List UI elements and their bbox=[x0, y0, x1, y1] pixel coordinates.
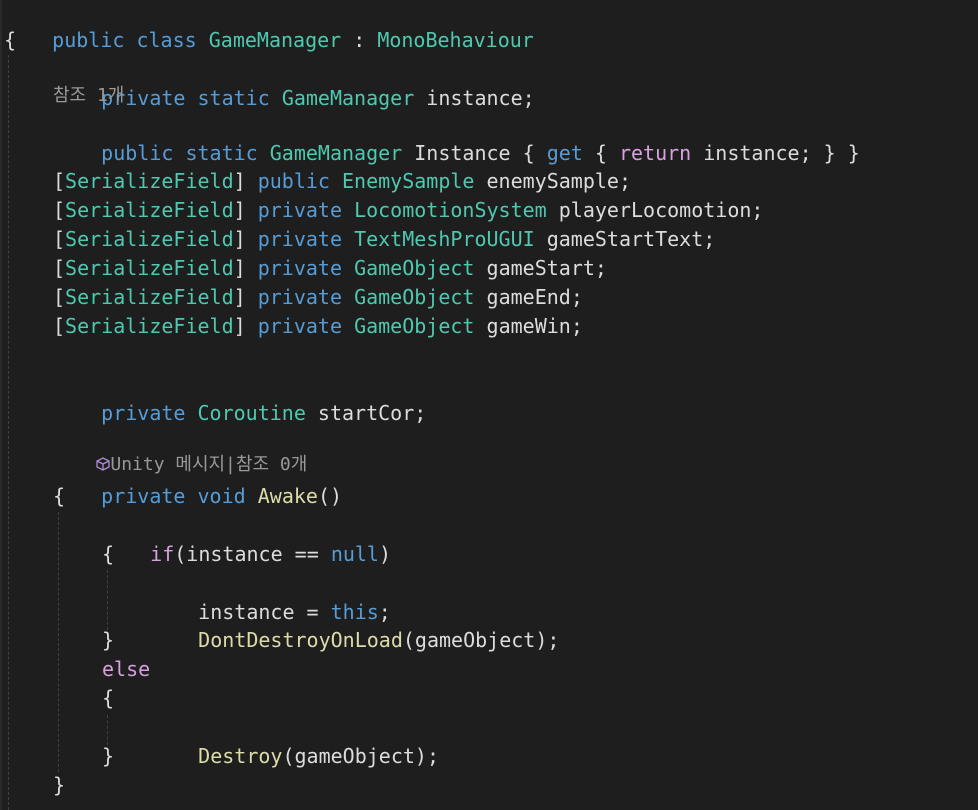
field-name: playerLocomotion; bbox=[546, 198, 764, 222]
brace: { bbox=[4, 28, 17, 52]
attribute-serializefield: SerializeField bbox=[65, 256, 234, 280]
condition: (instance == bbox=[174, 542, 331, 566]
code-line-serialize-field[interactable]: [SerializeField] private GameObject game… bbox=[53, 312, 583, 341]
keyword-static: static bbox=[185, 141, 258, 165]
code-line-open-brace[interactable]: { bbox=[4, 26, 16, 55]
class-name: GameManager bbox=[208, 28, 342, 52]
field-name: gameStartText; bbox=[534, 227, 716, 251]
property-name: Instance { bbox=[402, 141, 547, 165]
type-name: LocomotionSystem bbox=[354, 198, 547, 222]
code-line-serialize-field[interactable]: [SerializeField] private GameObject game… bbox=[53, 254, 607, 283]
keyword-public: public bbox=[257, 169, 330, 193]
brace: } bbox=[102, 744, 115, 768]
keyword-void: void bbox=[197, 484, 246, 508]
code-line-open-brace[interactable]: { bbox=[102, 540, 114, 569]
field-name: gameEnd; bbox=[474, 285, 583, 309]
codelens-unity-message[interactable]: Unity 메시지|참조 0개 bbox=[53, 426, 307, 475]
field-name: gameStart; bbox=[474, 256, 607, 280]
code-line-open-brace[interactable]: { bbox=[102, 684, 114, 713]
type-name: GameObject bbox=[354, 285, 475, 309]
type-name: GameManager bbox=[281, 86, 415, 110]
type-name: Coroutine bbox=[197, 401, 306, 425]
keyword-private: private bbox=[101, 401, 186, 425]
attribute-serializefield: SerializeField bbox=[65, 227, 234, 251]
keyword-class: class bbox=[136, 28, 197, 52]
attribute-serializefield: SerializeField bbox=[65, 314, 234, 338]
indent-guide-else bbox=[107, 715, 108, 745]
field-name: enemySample; bbox=[474, 169, 632, 193]
type-name: GameManager bbox=[269, 141, 403, 165]
brace: { bbox=[102, 542, 115, 566]
field-name: instance; bbox=[414, 86, 535, 110]
attribute-serializefield: SerializeField bbox=[65, 198, 234, 222]
code-line-if[interactable]: if(instance == null) bbox=[102, 511, 391, 566]
code-line-dontdestroyonload[interactable]: DontDestroyOnLoad(gameObject); bbox=[150, 597, 559, 652]
brace: { bbox=[582, 141, 619, 165]
arguments: (gameObject); bbox=[282, 744, 440, 768]
keyword-return: return bbox=[618, 141, 692, 165]
code-line-else[interactable]: else bbox=[102, 655, 150, 684]
keyword-private: private bbox=[257, 227, 343, 251]
keyword-get: get bbox=[546, 141, 583, 165]
code-line-field-instance[interactable]: private static GameManager instance; bbox=[53, 55, 535, 110]
keyword-private: private bbox=[257, 198, 343, 222]
field-name: startCor; bbox=[305, 401, 427, 425]
code-line-close-brace[interactable]: } bbox=[102, 742, 114, 771]
arguments: (gameObject); bbox=[402, 628, 560, 652]
attribute-serializefield: SerializeField bbox=[65, 285, 234, 309]
code-line-destroy[interactable]: Destroy(gameObject); bbox=[150, 713, 439, 768]
code-line-class-declaration[interactable]: public class GameManager : MonoBehaviour bbox=[4, 0, 534, 52]
method-call: DontDestroyOnLoad bbox=[198, 628, 403, 652]
field-name: gameWin; bbox=[474, 314, 583, 338]
keyword-public: public bbox=[52, 28, 125, 52]
indent-guide-awake bbox=[58, 512, 59, 772]
codelens-references[interactable]: 참조 1개 bbox=[53, 83, 124, 109]
indent-guide-class bbox=[8, 55, 9, 810]
code-line-property-instance[interactable]: public static GameManager Instance { get… bbox=[53, 110, 860, 165]
type-name: EnemySample bbox=[342, 169, 475, 193]
type-name: GameObject bbox=[354, 314, 475, 338]
keyword-private: private bbox=[101, 484, 186, 508]
method-call: Destroy bbox=[198, 744, 283, 768]
keyword-private: private bbox=[257, 314, 343, 338]
inherit-separator: : bbox=[341, 28, 378, 52]
brace: } bbox=[53, 773, 66, 797]
base-class: MonoBehaviour bbox=[377, 28, 534, 52]
code-line-serialize-field[interactable]: [SerializeField] private TextMeshProUGUI… bbox=[53, 225, 715, 254]
keyword-else: else bbox=[102, 657, 151, 681]
keyword-if: if bbox=[150, 542, 175, 566]
keyword-private: private bbox=[257, 285, 343, 309]
code-line-serialize-field[interactable]: [SerializeField] private LocomotionSyste… bbox=[53, 196, 763, 225]
editor-margin bbox=[0, 0, 2, 810]
paren: ) bbox=[378, 542, 392, 566]
keyword-private: private bbox=[257, 256, 343, 280]
method-name: Awake bbox=[257, 484, 318, 508]
code-line-open-brace[interactable]: { bbox=[53, 482, 65, 511]
attribute-serializefield: SerializeField bbox=[65, 169, 234, 193]
code-editor[interactable]: public class GameManager : MonoBehaviour… bbox=[0, 0, 978, 810]
code-line-serialize-field[interactable]: [SerializeField] private GameObject game… bbox=[53, 283, 583, 312]
keyword-static: static bbox=[197, 86, 270, 110]
brace: { bbox=[102, 686, 115, 710]
code-line-awake-declaration[interactable]: private void Awake() bbox=[53, 453, 342, 508]
type-name: TextMeshProUGUI bbox=[354, 227, 535, 251]
code-line-close-brace[interactable]: } bbox=[53, 771, 65, 800]
code-line-close-brace[interactable]: } bbox=[102, 626, 114, 655]
code-line-serialize-field[interactable]: [SerializeField] public EnemySample enem… bbox=[53, 167, 631, 196]
type-name: GameObject bbox=[354, 256, 475, 280]
brace: } bbox=[102, 628, 115, 652]
keyword-public: public bbox=[101, 141, 174, 165]
code-line-assignment[interactable]: instance = this; bbox=[150, 569, 391, 624]
brace: { bbox=[53, 484, 66, 508]
code-line-coroutine-field[interactable]: private Coroutine startCor; bbox=[53, 370, 426, 425]
keyword-null: null bbox=[330, 542, 379, 566]
return-expr: instance; } } bbox=[691, 141, 860, 165]
codelens-text: 참조 1개 bbox=[53, 85, 125, 106]
parameter-list: () bbox=[317, 484, 343, 508]
